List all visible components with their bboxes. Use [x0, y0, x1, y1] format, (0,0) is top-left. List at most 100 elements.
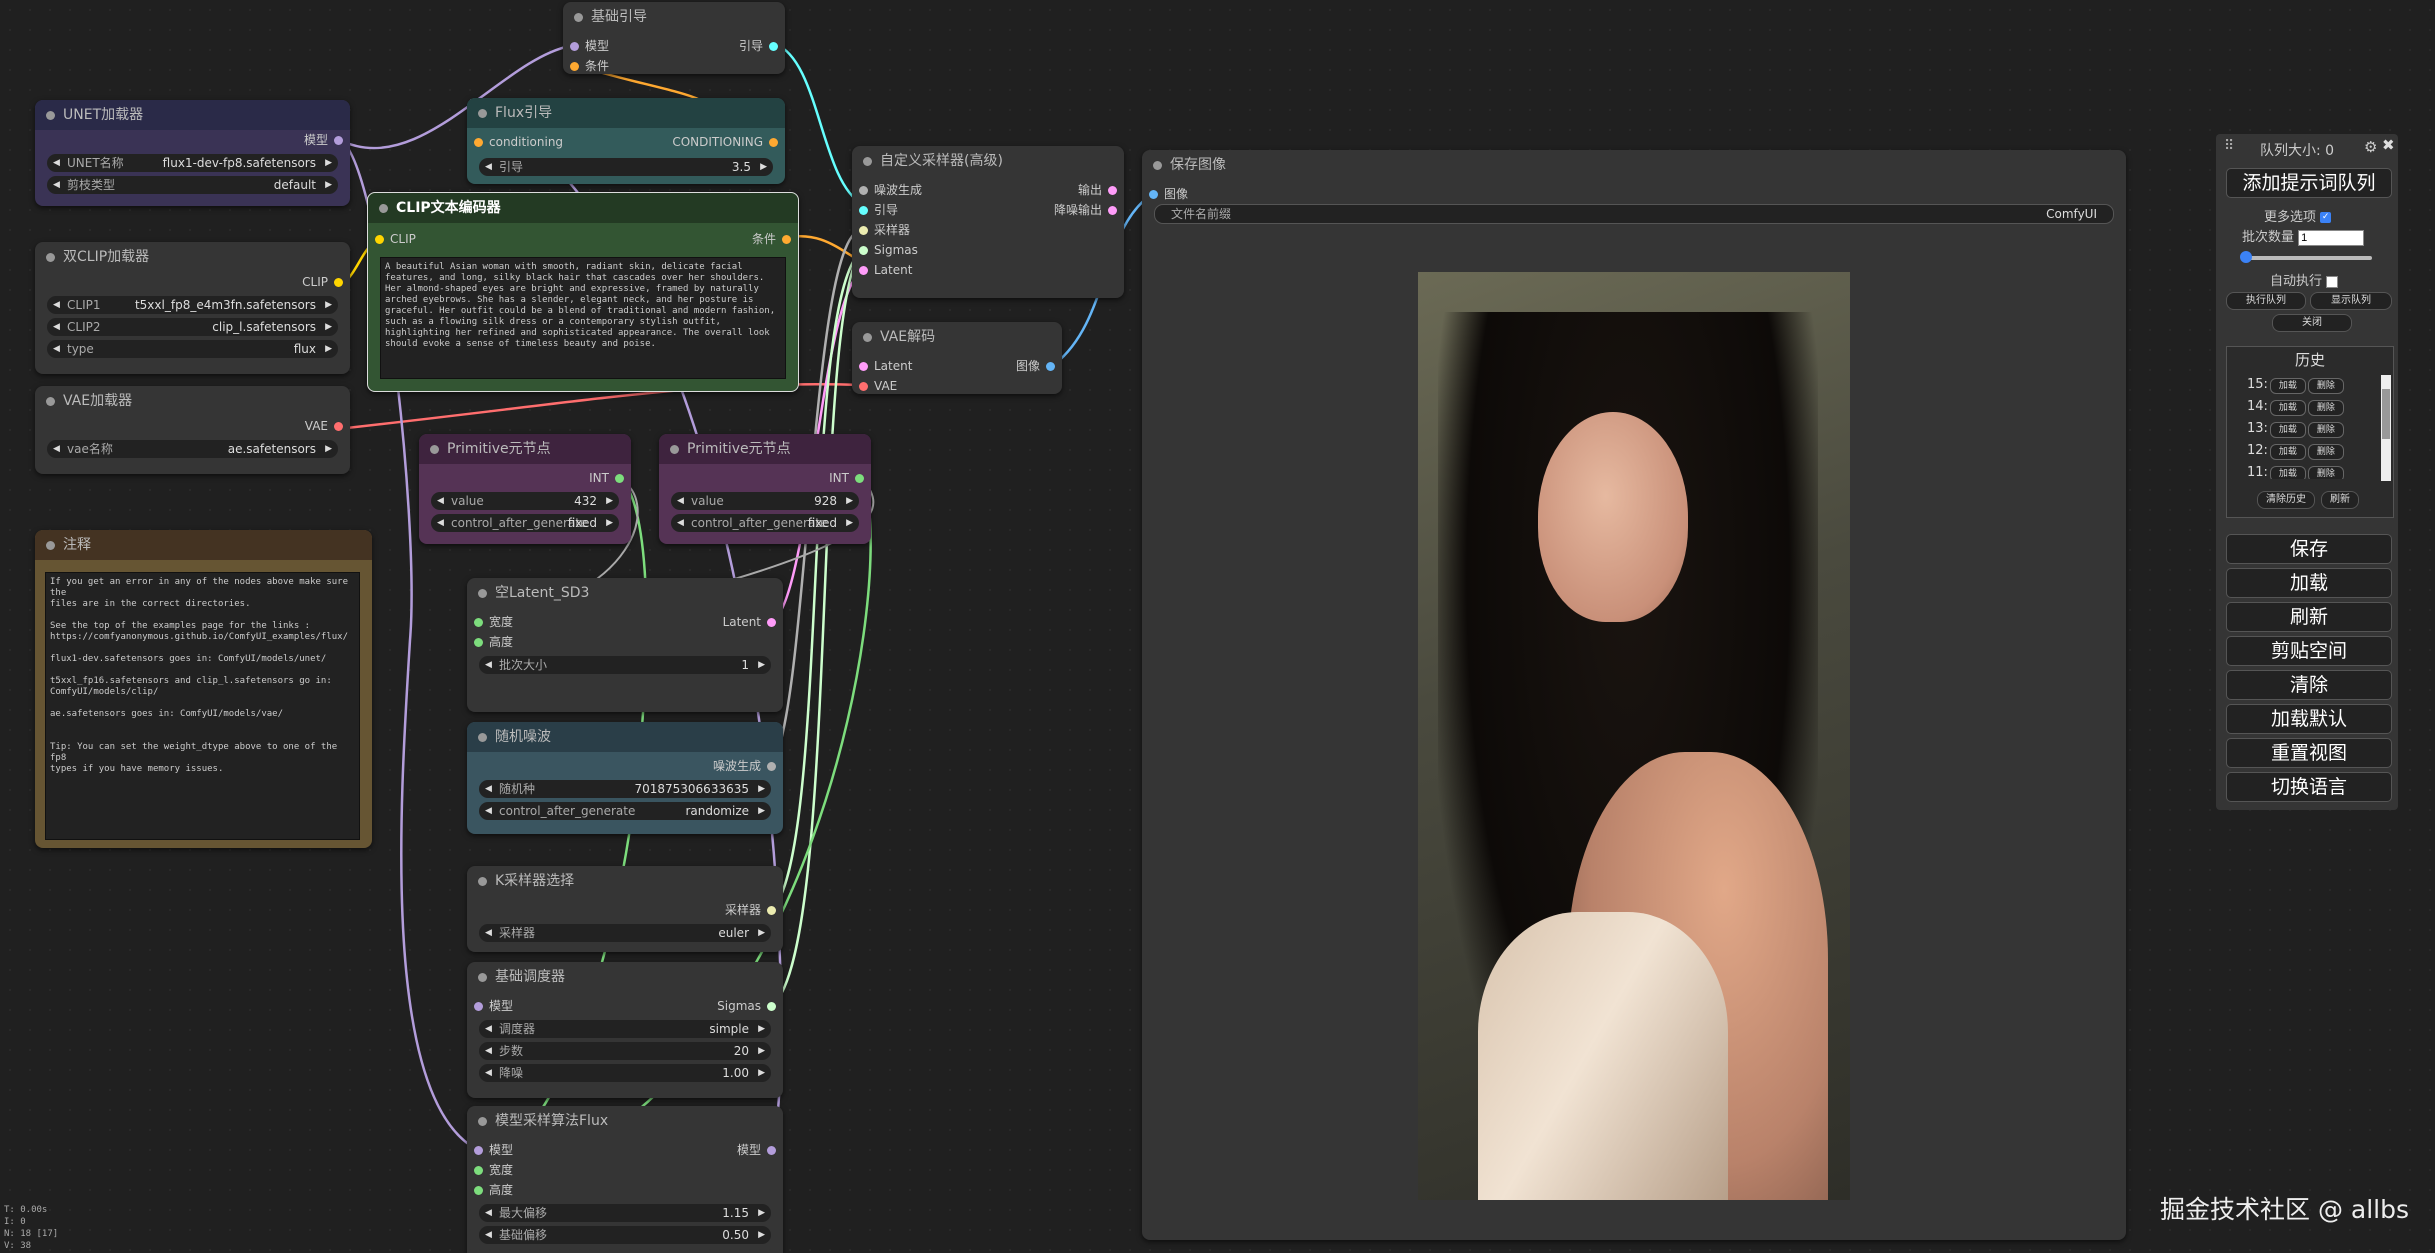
node-primitive-height[interactable]: Primitive元节点 INT value928 control_after_…: [659, 434, 871, 544]
input-height[interactable]: 高度: [467, 1180, 589, 1200]
control-after-generate-widget[interactable]: control_after_generatefixed: [431, 514, 619, 532]
output-image[interactable]: 图像: [940, 356, 1062, 376]
output-latent[interactable]: Latent: [661, 612, 783, 632]
note-textarea[interactable]: If you get an error in any of the nodes …: [45, 572, 360, 840]
input-images[interactable]: 图像: [1142, 184, 1264, 204]
history-delete-button[interactable]: 删除: [2307, 400, 2344, 416]
output-image-preview[interactable]: [1418, 272, 1850, 1200]
node-basic-guider[interactable]: 基础引导 模型 条件 引导: [563, 2, 785, 74]
batch-count-input[interactable]: [2298, 230, 2365, 246]
node-flux-guidance[interactable]: Flux引导 conditioning CONDITIONING 引导3.5: [467, 98, 785, 184]
history-load-button[interactable]: 加载: [2269, 422, 2306, 438]
node-save-image[interactable]: 保存图像 图像 文件名前缀 ComfyUI: [1142, 150, 2126, 1240]
load-default-button[interactable]: 加载默认: [2226, 704, 2392, 734]
max-shift-widget[interactable]: 最大偏移1.15: [479, 1204, 771, 1222]
save-button[interactable]: 保存: [2226, 534, 2392, 564]
node-dual-clip-loader[interactable]: 双CLIP加载器 CLIP CLIP1t5xxl_fp8_e4m3fn.safe…: [35, 242, 350, 374]
load-button[interactable]: 加载: [2226, 568, 2392, 598]
output-model[interactable]: 模型: [661, 1140, 783, 1160]
clear-button[interactable]: 清除: [2226, 670, 2392, 700]
history-scrollbar[interactable]: [2381, 375, 2391, 481]
output-sampler[interactable]: 采样器: [467, 900, 783, 920]
node-sampler-custom-advanced[interactable]: 自定义采样器(高级) 噪波生成 引导 采样器 Sigmas Latent 输出 …: [852, 146, 1124, 298]
guidance-widget[interactable]: 引导3.5: [479, 158, 773, 176]
output-clip[interactable]: CLIP: [35, 272, 350, 292]
exec-queue-button[interactable]: 执行队列: [2226, 292, 2306, 310]
input-height[interactable]: 高度: [467, 632, 589, 652]
type-widget[interactable]: typeflux: [47, 340, 338, 358]
reset-view-button[interactable]: 重置视图: [2226, 738, 2392, 768]
node-primitive-width[interactable]: Primitive元节点 INT value432 control_after_…: [419, 434, 631, 544]
value-widget[interactable]: value928: [671, 492, 859, 510]
refresh-button[interactable]: 刷新: [2226, 602, 2392, 632]
input-vae[interactable]: VAE: [852, 376, 974, 396]
output-model[interactable]: 模型: [35, 130, 350, 150]
steps-widget[interactable]: 步数20: [479, 1042, 771, 1060]
value-widget[interactable]: value432: [431, 492, 619, 510]
more-options-checkbox[interactable]: ✓: [2320, 212, 2332, 223]
node-unet-loader[interactable]: UNET加载器 模型 UNET名称flux1-dev-fp8.safetenso…: [35, 100, 350, 206]
output-conditioning[interactable]: 条件: [676, 229, 798, 249]
output-output[interactable]: 输出: [982, 180, 1124, 200]
node-vae-loader[interactable]: VAE加载器 VAE vae名称ae.safetensors: [35, 386, 350, 474]
clear-history-button[interactable]: 清除历史: [2257, 491, 2315, 509]
control-after-generate-widget[interactable]: control_after_generatefixed: [671, 514, 859, 532]
output-vae[interactable]: VAE: [35, 416, 350, 436]
close-panel-icon[interactable]: ✖: [2382, 136, 2395, 154]
settings-gear-icon[interactable]: ⚙: [2364, 138, 2377, 156]
scrollbar-thumb[interactable]: [2382, 389, 2390, 439]
base-shift-widget[interactable]: 基础偏移0.50: [479, 1226, 771, 1244]
node-note[interactable]: 注释 If you get an error in any of the nod…: [35, 530, 372, 848]
input-width[interactable]: 宽度: [467, 1160, 589, 1180]
node-random-noise[interactable]: 随机噪波 噪波生成 随机种701875306633635 control_aft…: [467, 722, 783, 834]
unet-name-widget[interactable]: UNET名称flux1-dev-fp8.safetensors: [47, 154, 338, 172]
output-conditioning[interactable]: CONDITIONING: [603, 132, 785, 152]
output-int[interactable]: INT: [419, 468, 631, 488]
history-load-button[interactable]: 加载: [2269, 378, 2306, 394]
input-sigmas[interactable]: Sigmas: [852, 240, 1004, 260]
history-delete-button[interactable]: 删除: [2307, 378, 2344, 394]
filename-prefix-widget[interactable]: 文件名前缀 ComfyUI: [1154, 204, 2114, 224]
batch-size-widget[interactable]: 批次大小1: [479, 656, 771, 674]
switch-language-button[interactable]: 切换语言: [2226, 772, 2392, 802]
node-clip-text-encode[interactable]: CLIP文本编码器 CLIP 条件 A beautiful Asian woma…: [367, 192, 799, 392]
input-clip[interactable]: CLIP: [368, 229, 490, 249]
node-vae-decode[interactable]: VAE解码 Latent VAE 图像: [852, 322, 1062, 394]
history-delete-button[interactable]: 删除: [2307, 444, 2344, 460]
input-sampler[interactable]: 采样器: [852, 220, 1004, 240]
history-load-button[interactable]: 加载: [2269, 444, 2306, 460]
output-sigmas[interactable]: Sigmas: [661, 996, 783, 1016]
weight-dtype-widget[interactable]: 剪枝类型default: [47, 176, 338, 194]
batch-count-slider[interactable]: [2240, 251, 2372, 263]
auto-exec-checkbox[interactable]: [2326, 275, 2339, 288]
scheduler-widget[interactable]: 调度器simple: [479, 1020, 771, 1038]
add-prompt-queue-button[interactable]: 添加提示词队列: [2226, 168, 2392, 198]
output-denoised[interactable]: 降噪输出: [982, 200, 1124, 220]
clip1-widget[interactable]: CLIP1t5xxl_fp8_e4m3fn.safetensors: [47, 296, 338, 314]
denoise-widget[interactable]: 降噪1.00: [479, 1064, 771, 1082]
vae-name-widget[interactable]: vae名称ae.safetensors: [47, 440, 338, 458]
close-queue-button[interactable]: 关闭: [2272, 314, 2352, 332]
node-ksampler-select[interactable]: K采样器选择 采样器 采样器euler: [467, 866, 783, 952]
noise-seed-widget[interactable]: 随机种701875306633635: [479, 780, 771, 798]
clipspace-button[interactable]: 剪贴空间: [2226, 636, 2392, 666]
control-after-generate-widget[interactable]: control_after_generaterandomize: [479, 802, 771, 820]
prompt-textarea[interactable]: A beautiful Asian woman with smooth, rad…: [380, 257, 786, 379]
history-delete-button[interactable]: 删除: [2307, 466, 2344, 479]
history-delete-button[interactable]: 删除: [2307, 422, 2344, 438]
output-noise[interactable]: 噪波生成: [467, 756, 783, 776]
show-queue-button[interactable]: 显示队列: [2310, 292, 2392, 310]
input-conditioning[interactable]: 条件: [563, 56, 685, 76]
node-empty-latent[interactable]: 空Latent_SD3 宽度 高度 Latent 批次大小1: [467, 578, 783, 712]
node-model-sampling-flux[interactable]: 模型采样算法Flux 模型 宽度 高度 模型 最大偏移1.15 基础偏移0.50: [467, 1106, 783, 1253]
drag-handle-icon[interactable]: ⠿: [2224, 138, 2234, 154]
history-load-button[interactable]: 加载: [2269, 400, 2306, 416]
sampler-name-widget[interactable]: 采样器euler: [479, 924, 771, 942]
input-model[interactable]: 模型: [467, 996, 589, 1016]
input-width[interactable]: 宽度: [467, 612, 589, 632]
node-basic-scheduler[interactable]: 基础调度器 模型 Sigmas 调度器simple 步数20 降噪1.00: [467, 962, 783, 1098]
input-model[interactable]: 模型: [467, 1140, 589, 1160]
output-int[interactable]: INT: [659, 468, 871, 488]
output-guider[interactable]: 引导: [663, 36, 785, 56]
refresh-history-button[interactable]: 刷新: [2321, 491, 2359, 509]
